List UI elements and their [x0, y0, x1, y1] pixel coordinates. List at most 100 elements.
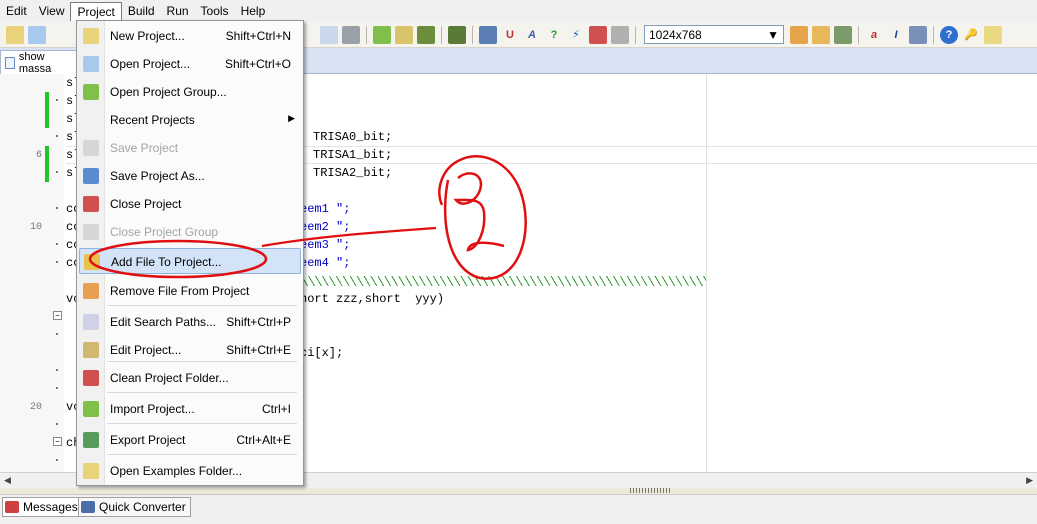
- scroll-left-icon[interactable]: ◀: [4, 475, 11, 486]
- menu-item-label: Open Project Group...: [110, 85, 227, 99]
- splitter-grip[interactable]: [630, 488, 670, 493]
- scroll-right-icon[interactable]: ▶: [1026, 475, 1033, 486]
- menu-separator: [107, 423, 297, 424]
- statistics-icon[interactable]: [909, 25, 927, 44]
- menu-project[interactable]: Project: [70, 1, 122, 21]
- print-preview-icon[interactable]: [320, 25, 338, 44]
- resolution-value: 1024x768: [649, 27, 702, 42]
- converter-icon: [81, 501, 95, 513]
- toolbar-separator: [441, 25, 442, 44]
- italic-icon[interactable]: I: [887, 26, 905, 44]
- new-file-icon[interactable]: [6, 25, 24, 44]
- export-icon[interactable]: [589, 25, 607, 44]
- document-tab-label: show massa: [18, 50, 52, 74]
- menu-separator: [107, 305, 297, 306]
- menu-edit[interactable]: Edit: [0, 2, 33, 20]
- menu-item-export-project[interactable]: Export Project Ctrl+Alt+E: [79, 427, 301, 453]
- line-number: 6: [35, 150, 42, 161]
- usart-terminal-icon[interactable]: U: [501, 26, 519, 44]
- code-line-text: eem1 ";: [300, 202, 351, 216]
- menu-item-save-project[interactable]: Save Project: [79, 135, 301, 161]
- menu-item-icon: [83, 283, 99, 299]
- menu-help[interactable]: Help: [235, 2, 272, 20]
- line-number: 10: [29, 222, 42, 233]
- menu-separator: [107, 454, 297, 455]
- menu-item-close-project-group[interactable]: Close Project Group: [79, 219, 301, 245]
- menu-item-open-project[interactable]: Open Project... Shift+Ctrl+O: [79, 51, 301, 77]
- menu-item-close-project[interactable]: Close Project: [79, 191, 301, 217]
- menu-separator: [107, 392, 297, 393]
- right-margin-line: [706, 74, 707, 472]
- menu-separator: [107, 361, 297, 362]
- menu-run[interactable]: Run: [161, 2, 195, 20]
- menu-item-open-examples-folder[interactable]: Open Examples Folder...: [79, 458, 301, 484]
- build-project-icon[interactable]: [417, 25, 435, 44]
- menu-item-new-project[interactable]: New Project... Shift+Ctrl+N: [79, 23, 301, 49]
- menu-item-recent-projects[interactable]: Recent Projects ▶: [79, 107, 301, 133]
- lightning-icon[interactable]: ⚡: [567, 26, 585, 44]
- menu-item-label: New Project...: [110, 29, 185, 43]
- window-icon[interactable]: [834, 25, 852, 44]
- menu-item-icon: [83, 84, 99, 100]
- menu-item-icon: [83, 140, 99, 156]
- fold-toggle-icon[interactable]: −: [53, 311, 62, 320]
- line-dot: [56, 243, 58, 245]
- menu-item-add-file-to-project[interactable]: Add File To Project...: [79, 248, 301, 274]
- menu-item-label: Recent Projects: [110, 113, 195, 127]
- project-menu: New Project... Shift+Ctrl+N Open Project..…: [76, 20, 304, 486]
- menu-item-shortcut: Ctrl+I: [261, 402, 291, 416]
- resolution-select[interactable]: 1024x768 ▼: [644, 25, 784, 44]
- document-tab[interactable]: show massa: [0, 50, 80, 74]
- tab-quick-converter-label: Quick Converter: [99, 500, 186, 514]
- menu-item-label: Remove File From Project: [110, 284, 250, 298]
- debug-icon[interactable]: [479, 25, 497, 44]
- fold-toggle-icon[interactable]: −: [53, 437, 62, 446]
- menu-item-remove-file-from-project[interactable]: Remove File From Project: [79, 278, 301, 304]
- menu-item-save-project-as[interactable]: Save Project As...: [79, 163, 301, 189]
- menu-item-edit-project[interactable]: Edit Project... Shift+Ctrl+E: [79, 337, 301, 363]
- build-all-icon[interactable]: [395, 25, 413, 44]
- messages-icon: [5, 501, 19, 513]
- menu-item-clean-project-folder[interactable]: Clean Project Folder...: [79, 365, 301, 391]
- tab-messages[interactable]: Messages: [2, 497, 83, 517]
- programmer-icon[interactable]: [448, 25, 466, 44]
- menu-item-icon: [84, 254, 100, 270]
- menu-item-label: Clean Project Folder...: [110, 371, 229, 385]
- line-dot: [56, 369, 58, 371]
- build-icon[interactable]: [373, 25, 391, 44]
- key-icon[interactable]: 🔑: [962, 26, 980, 44]
- menu-item-icon: [83, 342, 99, 358]
- menu-item-label: Close Project Group: [110, 225, 219, 239]
- tab-quick-converter[interactable]: Quick Converter: [78, 497, 191, 517]
- menu-tools[interactable]: Tools: [195, 2, 235, 20]
- code-line-text: ci[x];: [300, 346, 344, 360]
- layout-alt-icon[interactable]: [812, 25, 830, 44]
- menu-item-open-project-group[interactable]: Open Project Group...: [79, 79, 301, 105]
- menu-item-label: Edit Search Paths...: [110, 315, 217, 329]
- menu-item-shortcut: Shift+Ctrl+O: [224, 57, 291, 71]
- print-icon[interactable]: [342, 25, 360, 44]
- menu-item-edit-search-paths[interactable]: Edit Search Paths... Shift+Ctrl+P: [79, 309, 301, 335]
- menu-item-icon: [83, 463, 99, 479]
- menu-item-icon: [83, 314, 99, 330]
- code-line-text: TRISA1_bit;: [313, 148, 393, 162]
- font-icon[interactable]: a: [865, 26, 883, 44]
- code-line-text: eem2 ";: [300, 220, 351, 234]
- layout-icon[interactable]: [790, 25, 808, 44]
- code-line-text: TRISA2_bit;: [313, 166, 393, 180]
- tip-icon[interactable]: [984, 25, 1002, 44]
- menu-item-label: Open Project...: [110, 57, 191, 71]
- tool-icon[interactable]: [611, 25, 629, 44]
- menu-item-shortcut: Ctrl+Alt+E: [236, 433, 291, 447]
- comment-line: [300, 276, 706, 286]
- open-file-icon[interactable]: [28, 25, 46, 44]
- menu-item-import-project[interactable]: Import Project... Ctrl+I: [79, 396, 301, 422]
- menu-item-shortcut: Shift+Ctrl+P: [226, 315, 291, 329]
- help-question-icon[interactable]: ?: [545, 26, 563, 44]
- line-dot: [56, 423, 58, 425]
- menu-build[interactable]: Build: [122, 2, 161, 20]
- editor-gutter: 6 10 20 − −: [0, 74, 64, 472]
- help-icon[interactable]: ?: [940, 25, 958, 44]
- ascii-chart-icon[interactable]: A: [523, 26, 541, 44]
- menu-view[interactable]: View: [33, 2, 71, 20]
